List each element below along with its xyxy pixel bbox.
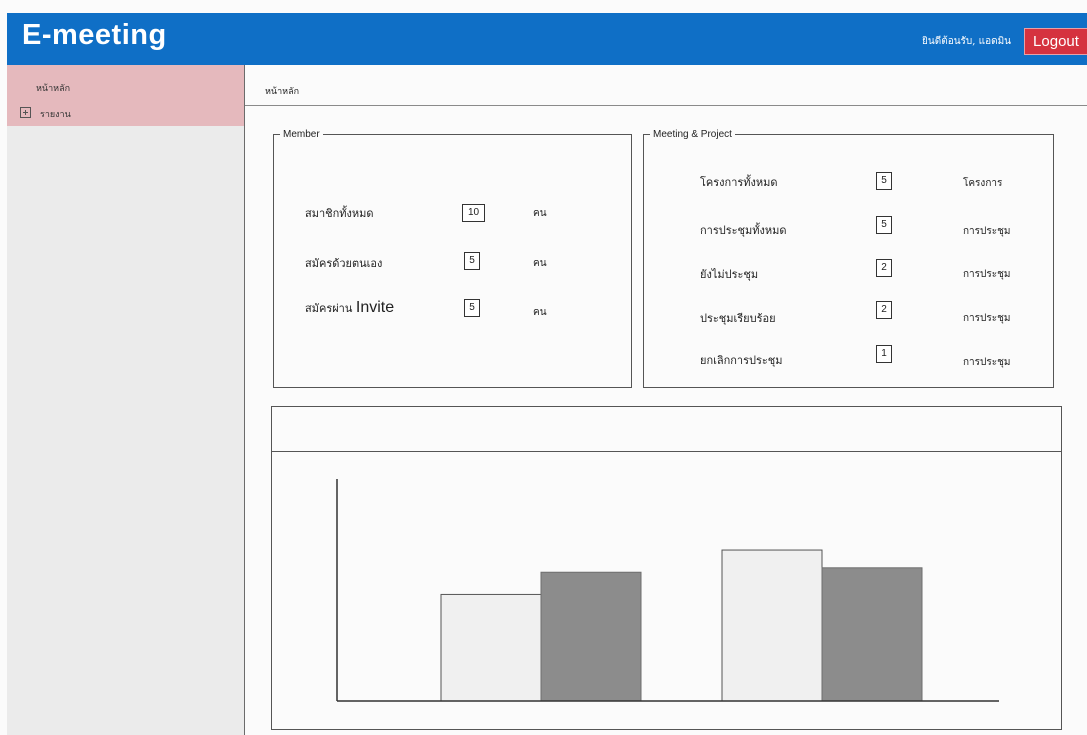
member-legend: Member (283, 129, 320, 140)
member-invite-prefix: สมัครผ่าน (305, 302, 353, 315)
welcome-text: ยินดีต้อนรับ, แอดมิน (922, 36, 1011, 47)
bar-series1-group0 (540, 571, 642, 702)
meeting-cancel-unit: การประชุม (963, 357, 1011, 368)
meeting-pending-unit: การประชุม (963, 269, 1011, 280)
meeting-done-unit: การประชุม (963, 313, 1011, 324)
meeting-legend: Meeting & Project (653, 129, 732, 140)
member-self-unit: คน (533, 258, 547, 269)
bar-chart (336, 479, 999, 702)
meeting-done-value: 2 (876, 301, 892, 319)
breadcrumb-current: หน้าหลัก (265, 87, 300, 97)
meeting-total-label: การประชุมทั้งหมด (700, 224, 787, 237)
sidebar-item-report[interactable]: รายงาน (40, 107, 71, 121)
sidebar-item-home[interactable]: หน้าหลัก (36, 81, 70, 95)
member-total-value: 10 (462, 204, 485, 222)
meeting-total-value: 5 (876, 216, 892, 234)
breadcrumb: หน้าหลัก (245, 65, 1087, 106)
chart-panel (271, 406, 1062, 730)
member-self-value: 5 (464, 252, 480, 270)
member-self-label: สมัครด้วยตนเอง (305, 257, 383, 270)
bar-series0-group1 (721, 549, 823, 702)
project-total-label: โครงการทั้งหมด (700, 176, 778, 189)
meeting-total-unit: การประชุม (963, 226, 1011, 237)
member-invite-label: สมัครผ่าน Invite (305, 299, 394, 317)
bar-series0-group0 (440, 593, 542, 702)
plus-box-icon[interactable] (20, 107, 31, 118)
top-navbar: E-meeting ยินดีต้อนรับ, แอดมิน Logout (7, 13, 1087, 65)
bar-series1-group1 (821, 567, 923, 702)
project-total-unit: โครงการ (963, 178, 1003, 189)
project-total-value: 5 (876, 172, 892, 190)
meeting-pending-label: ยังไม่ประชุม (700, 268, 759, 281)
member-invite-latin: Invite (355, 299, 395, 316)
app-title[interactable]: E-meeting (22, 19, 167, 52)
meeting-pending-value: 2 (876, 259, 892, 277)
meeting-cancel-label: ยกเลิกการประชุม (700, 354, 783, 367)
chart-header (272, 407, 1061, 452)
meeting-cancel-value: 1 (876, 345, 892, 363)
meeting-project-panel: Meeting & Project (643, 129, 1054, 388)
member-invite-value: 5 (464, 299, 480, 317)
member-total-unit: คน (533, 208, 547, 219)
meeting-done-label: ประชุมเรียบร้อย (700, 312, 776, 325)
member-invite-unit: คน (533, 307, 547, 318)
logout-button[interactable]: Logout (1024, 28, 1087, 55)
member-total-label: สมาชิกทั้งหมด (305, 207, 374, 220)
sidebar: หน้าหลัก รายงาน (7, 65, 245, 735)
